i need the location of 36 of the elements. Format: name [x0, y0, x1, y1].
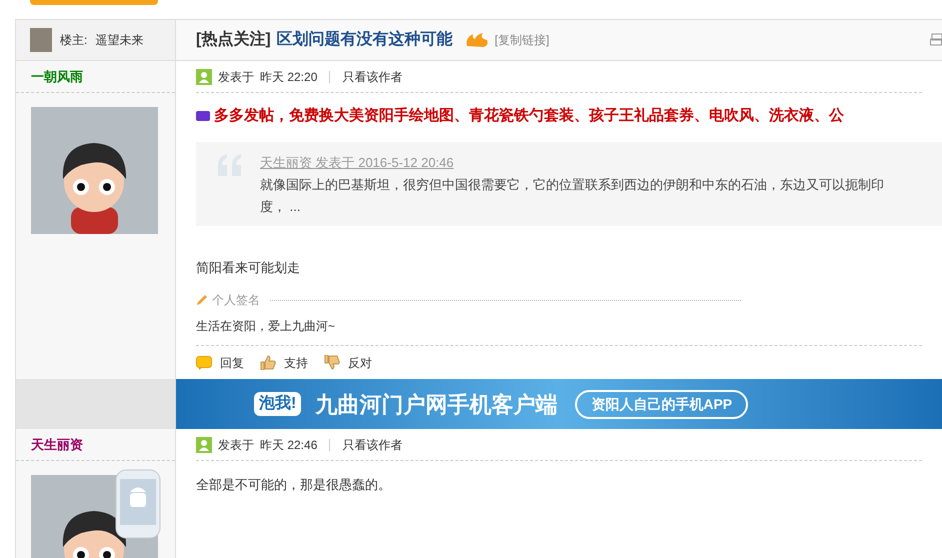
speech-bubble-icon	[196, 356, 212, 370]
banner-badge: 泡我!	[254, 392, 302, 416]
app-banner[interactable]: 泡我! 九曲河门户网手机客户端 资阳人自己的手机APP	[176, 379, 942, 429]
fire-icon	[464, 32, 489, 48]
post-label: 发表于	[218, 68, 254, 86]
banner-title: 九曲河门户网手机客户端	[315, 390, 558, 418]
quote-text: 就像国际上的巴基斯坦，很穷但中国很需要它，它的位置联系到西边的伊朗和中东的石油，东边又可以扼制印度， ...	[260, 176, 885, 216]
banner-slogan: 资阳人自己的手机APP	[575, 390, 748, 418]
user-icon	[196, 68, 212, 84]
post-body: 全部是不可能的，那是很愚蠢的。	[196, 476, 392, 494]
post-action-link[interactable]: 回复	[196, 354, 244, 372]
thumbs-down-icon	[324, 355, 340, 370]
post-time: 昨天 22:46	[260, 436, 318, 454]
username[interactable]: 一朝风雨	[31, 66, 83, 86]
post-time: 昨天 22:20	[260, 68, 318, 86]
user-icon	[196, 436, 212, 452]
op-label: 楼主:	[60, 32, 88, 49]
thread-tag: [热点关注]	[196, 28, 271, 52]
promo-link[interactable]: 多多发帖，免费换大美资阳手绘地图、青花瓷铁勺套装、孩子王礼品套券、电吹风、洗衣液、公	[214, 105, 844, 128]
post-action-link[interactable]: 支持	[260, 354, 308, 372]
author-only-link[interactable]: 只看该作者	[342, 436, 402, 454]
pencil-icon	[196, 294, 208, 306]
printer-icon[interactable]	[930, 32, 942, 48]
signature-text: 生活在资阳，爱上九曲河~	[196, 318, 336, 335]
ad-icon	[196, 111, 210, 122]
thumbs-up-icon	[260, 355, 276, 370]
android-phone-icon	[115, 469, 161, 539]
thread-title: 区划问题有没有这种可能	[276, 29, 453, 50]
author-only-link[interactable]: 只看该作者	[342, 68, 402, 86]
post-body: 简阳看来可能划走	[196, 258, 301, 276]
op-name[interactable]: 遥望未来	[95, 31, 144, 49]
username[interactable]: 天生丽资	[31, 434, 83, 454]
post-label: 发表于	[218, 436, 254, 454]
signature-label: 个人签名	[212, 292, 260, 309]
post-action-link[interactable]: 反对	[324, 354, 372, 372]
photo-placeholder	[30, 28, 52, 52]
